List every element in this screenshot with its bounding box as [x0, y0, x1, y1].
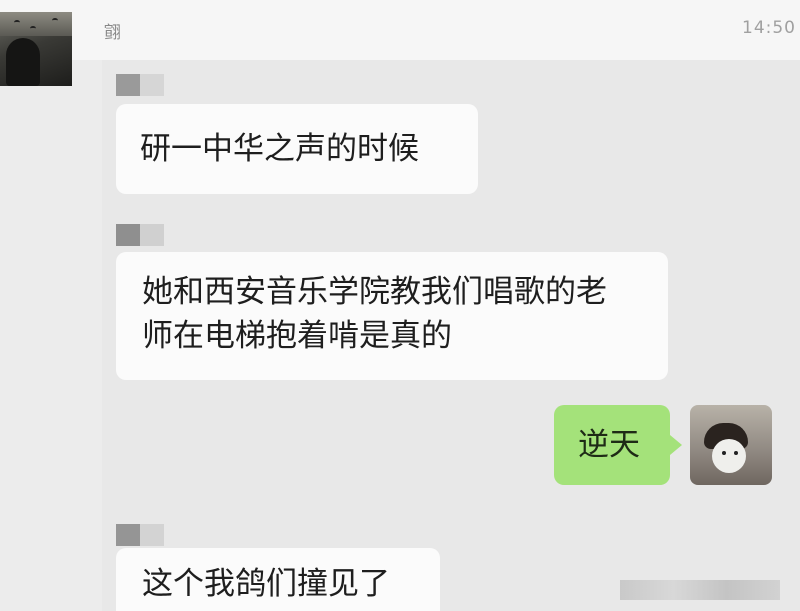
bubble-tail: [670, 435, 682, 455]
avatar-figure: [6, 38, 40, 86]
blurred-watermark: [620, 580, 780, 600]
avatar-sky: [0, 12, 72, 36]
bird-icon: [30, 26, 36, 31]
redacted-name-icon: [116, 524, 164, 546]
bird-icon: [14, 20, 20, 25]
message-bubble[interactable]: 这个我鸽们撞见了: [116, 548, 440, 611]
message-text: 这个我鸽们撞见了: [142, 566, 390, 602]
sender-name: 翧: [104, 23, 121, 43]
sender-avatar[interactable]: [0, 12, 72, 86]
chat-screen: 翧 14:50 研一中华之声的时候 她和西安音乐学院教我们唱歌的老 师在电梯抱着…: [0, 0, 800, 611]
avatar-eye: [734, 451, 738, 455]
avatar-eye: [722, 451, 726, 455]
message-text: 逆天: [578, 427, 640, 463]
redacted-name-icon: [116, 224, 164, 246]
message-text: 研一中华之声的时候: [140, 131, 419, 167]
avatar-face: [712, 439, 746, 473]
message-bubble[interactable]: 研一中华之声的时候: [116, 104, 478, 194]
message-timestamp: 14:50: [742, 18, 796, 38]
message-text-line: 师在电梯抱着啃是真的: [142, 318, 452, 354]
bird-icon: [52, 18, 58, 23]
redacted-name-icon: [116, 74, 164, 96]
message-text-line: 她和西安音乐学院教我们唱歌的老: [142, 274, 607, 310]
sent-message-bubble[interactable]: 逆天: [554, 405, 670, 485]
message-bubble[interactable]: 她和西安音乐学院教我们唱歌的老 师在电梯抱着啃是真的: [116, 252, 668, 380]
my-avatar[interactable]: [690, 405, 772, 485]
